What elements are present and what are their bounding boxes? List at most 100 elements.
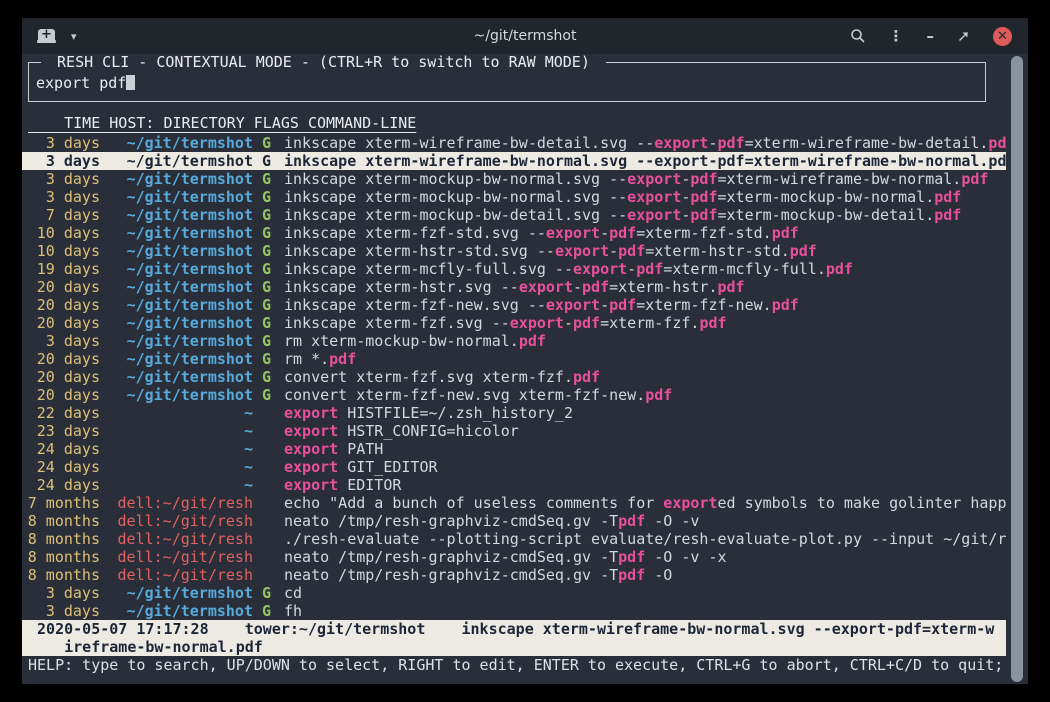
- row-host-directory: ~: [109, 422, 253, 440]
- close-button[interactable]: ✕: [993, 27, 1012, 46]
- row-host-directory: dell:~/git/resh: [109, 566, 253, 584]
- row-host-directory: ~/git/termshot: [109, 296, 253, 314]
- restore-button[interactable]: [957, 30, 970, 43]
- history-row[interactable]: 24 days~export GIT_EDITOR: [22, 458, 1006, 476]
- row-command: inkscape xterm-fzf.svg --export-pdf=xter…: [284, 314, 1006, 332]
- history-row[interactable]: 3 days~/git/termshotGrm xterm-mockup-bw-…: [22, 332, 1006, 350]
- row-time: 10 days: [22, 224, 100, 242]
- history-row[interactable]: 8 monthsdell:~/git/resh./resh-evaluate -…: [22, 530, 1006, 548]
- match-highlight: pdf: [790, 242, 817, 260]
- match-highlight: pdf: [826, 260, 853, 278]
- history-row[interactable]: 8 monthsdell:~/git/reshneato /tmp/resh-g…: [22, 548, 1006, 566]
- row-host-directory: ~/git/termshot: [109, 170, 253, 188]
- row-host-directory: ~/git/termshot: [109, 278, 253, 296]
- history-row[interactable]: 22 days~export HISTFILE=~/.zsh_history_2: [22, 404, 1006, 422]
- history-row[interactable]: 3 days~/git/termshotGinkscape xterm-mock…: [22, 188, 1006, 206]
- match-highlight: export: [284, 476, 338, 494]
- match-highlight: pd: [988, 152, 1006, 170]
- search-button[interactable]: [850, 28, 866, 44]
- history-row[interactable]: 23 days~export HSTR_CONFIG=hicolor: [22, 422, 1006, 440]
- history-row[interactable]: 20 days~/git/termshotGrm *.pdf: [22, 350, 1006, 368]
- minimize-button[interactable]: –: [927, 27, 935, 45]
- row-host-directory: dell:~/git/resh: [109, 512, 253, 530]
- row-flags: [262, 548, 271, 566]
- history-row[interactable]: 3 days~/git/termshotGinkscape xterm-wire…: [22, 134, 1006, 152]
- history-row[interactable]: 10 days~/git/termshotGinkscape xterm-hst…: [22, 242, 1006, 260]
- history-row[interactable]: 8 months dell:~/git/resh neato /tmp/resh-g…: [22, 566, 1006, 584]
- match-highlight: export: [627, 206, 681, 224]
- match-highlight: pdf: [717, 134, 744, 152]
- row-time: 7 days: [22, 206, 100, 224]
- match-highlight: pdf: [718, 278, 745, 296]
- scrollbar-thumb[interactable]: [1011, 56, 1023, 682]
- new-tab-button[interactable]: +: [38, 29, 55, 43]
- row-command: cd: [284, 584, 1006, 602]
- history-row[interactable]: 20 days~/git/termshotGinkscape xterm-fzf…: [22, 314, 1006, 332]
- row-flags: G: [262, 206, 271, 224]
- row-command: inkscape xterm-hstr-std.svg --export-pdf…: [284, 242, 1006, 260]
- history-row-selected[interactable]: 3 days~/git/termshotGinkscape xterm-wire…: [22, 152, 1006, 170]
- row-command: export PATH: [284, 440, 1006, 458]
- row-command: rm xterm-mockup-bw-normal.pdf: [284, 332, 1006, 350]
- row-command: export GIT_EDITOR: [284, 458, 1006, 476]
- command-text: -: [600, 296, 609, 314]
- row-command: export EDITOR: [284, 476, 1006, 494]
- match-highlight: pdf: [609, 296, 636, 314]
- match-highlight: pdf: [609, 224, 636, 242]
- search-panel-title: RESH CLI - CONTEXTUAL MODE - (CTRL+R to …: [41, 54, 606, 71]
- history-row[interactable]: 20 days~/git/termshotGinkscape xterm-hst…: [22, 278, 1006, 296]
- command-text: =xterm-fzf-std.: [636, 224, 771, 242]
- row-command: convert xterm-fzf.svg xterm-fzf.pdf: [284, 368, 1006, 386]
- match-highlight: pdf: [934, 206, 961, 224]
- history-row[interactable]: 8 monthsdell:~/git/reshneato /tmp/resh-g…: [22, 512, 1006, 530]
- command-text: cd: [284, 584, 302, 602]
- history-row[interactable]: 7 days~/git/termshotGinkscape xterm-mock…: [22, 206, 1006, 224]
- command-text: HSTR_CONFIG=hicolor: [338, 422, 519, 440]
- match-highlight: pdf: [690, 188, 717, 206]
- row-command: echo "Add a bunch of useless comments fo…: [284, 494, 1006, 512]
- match-highlight: export: [284, 404, 338, 422]
- row-flags: G: [262, 152, 271, 170]
- match-highlight: pdf: [961, 170, 988, 188]
- match-highlight: pdf: [690, 206, 717, 224]
- row-command: convert xterm-fzf-new.svg xterm-fzf-new.…: [284, 386, 1006, 404]
- history-row[interactable]: 10 days~/git/termshotGinkscape xterm-fzf…: [22, 224, 1006, 242]
- match-highlight: pdf: [934, 188, 961, 206]
- row-host-directory: ~/git/termshot: [109, 350, 253, 368]
- row-command: inkscape xterm-mockup-bw-normal.svg --ex…: [284, 170, 1006, 188]
- tab-dropdown-button[interactable]: ▾: [71, 30, 77, 43]
- command-text: -: [573, 278, 582, 296]
- row-command: neato /tmp/resh-graphviz-cmdSeq.gv -Tpdf…: [284, 566, 1006, 584]
- row-time: 23 days: [22, 422, 100, 440]
- row-host-directory: dell:~/git/resh: [109, 548, 253, 566]
- menu-button[interactable]: ⋮: [889, 27, 904, 45]
- row-flags: G: [262, 260, 271, 278]
- row-time: 22 days: [22, 404, 100, 422]
- history-row[interactable]: 3 days~/git/termshotGinkscape xterm-mock…: [22, 170, 1006, 188]
- command-text: EDITOR: [338, 476, 401, 494]
- row-command: fh: [284, 602, 1006, 620]
- scrollbar[interactable]: [1011, 56, 1023, 682]
- command-text: rm *.: [284, 350, 329, 368]
- titlebar[interactable]: + ▾ ~/git/termshot ⋮ –: [22, 18, 1028, 54]
- history-row[interactable]: 24 days~export EDITOR: [22, 476, 1006, 494]
- history-row[interactable]: 7 monthsdell:~/git/reshecho "Add a bunch…: [22, 494, 1006, 512]
- history-row[interactable]: 3 days~/git/termshotGfh: [22, 602, 1006, 620]
- row-host-directory: ~/git/termshot: [109, 584, 253, 602]
- match-highlight: export: [627, 188, 681, 206]
- match-highlight: pdf: [618, 512, 645, 530]
- row-command: inkscape xterm-wireframe-bw-detail.svg -…: [284, 134, 1006, 152]
- row-flags: G: [262, 188, 271, 206]
- history-row[interactable]: 20 days~/git/termshotGinkscape xterm-fzf…: [22, 296, 1006, 314]
- history-row[interactable]: 19 days~/git/termshotGinkscape xterm-mcf…: [22, 260, 1006, 278]
- history-row[interactable]: 3 days~/git/termshotGcd: [22, 584, 1006, 602]
- row-flags: G: [262, 386, 271, 404]
- row-flags: [262, 476, 271, 494]
- history-row[interactable]: 20 days~/git/termshotGconvert xterm-fzf.…: [22, 368, 1006, 386]
- history-row[interactable]: 24 days~export PATH: [22, 440, 1006, 458]
- row-time: 3 days: [22, 584, 100, 602]
- row-time: 3 days: [22, 170, 100, 188]
- row-time: 8 months: [22, 566, 100, 584]
- history-row[interactable]: 20 days~/git/termshotGconvert xterm-fzf-…: [22, 386, 1006, 404]
- row-flags: G: [262, 278, 271, 296]
